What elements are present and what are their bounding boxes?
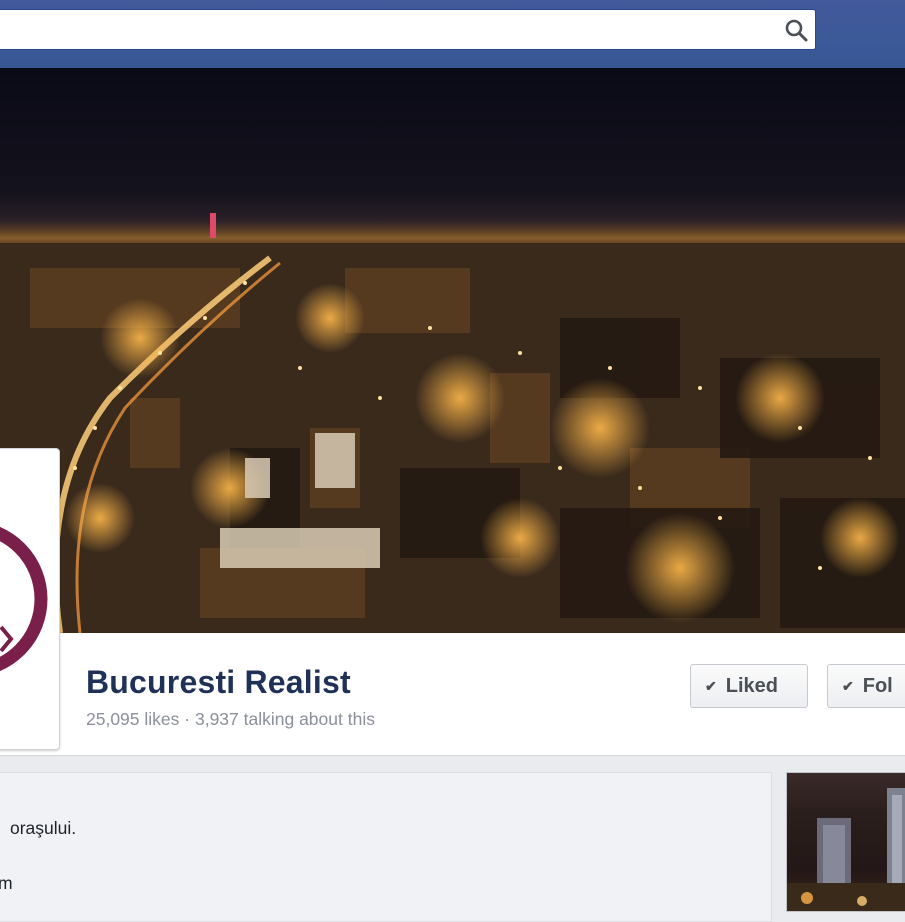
search-box[interactable] bbox=[0, 9, 816, 50]
talking-about-count: 3,937 talking about this bbox=[194, 709, 375, 729]
liked-button[interactable]: ✔ Liked bbox=[690, 664, 808, 708]
profile-picture[interactable] bbox=[0, 448, 60, 750]
check-icon: ✔ bbox=[705, 677, 717, 694]
page-stats: 25,095 likes · 3,937 talking about this bbox=[86, 709, 375, 730]
follow-label: Fol bbox=[862, 674, 893, 697]
page-title: Bucuresti Realist bbox=[86, 664, 351, 700]
search-input[interactable] bbox=[7, 16, 771, 46]
following-button[interactable]: ✔ Fol bbox=[827, 664, 905, 708]
likes-count: 25,095 likes bbox=[86, 709, 180, 729]
search-icon[interactable] bbox=[783, 17, 809, 43]
about-text-line: oraşului. bbox=[10, 818, 77, 838]
check-icon: ✔ bbox=[842, 677, 854, 694]
photo-thumbnail[interactable] bbox=[786, 772, 905, 912]
liked-label: Liked bbox=[725, 674, 778, 697]
about-link-line[interactable]: m bbox=[0, 873, 13, 894]
top-nav-bar bbox=[0, 0, 905, 68]
about-section bbox=[0, 772, 772, 922]
cover-photo[interactable] bbox=[0, 68, 905, 633]
stats-separator: · bbox=[179, 709, 195, 729]
